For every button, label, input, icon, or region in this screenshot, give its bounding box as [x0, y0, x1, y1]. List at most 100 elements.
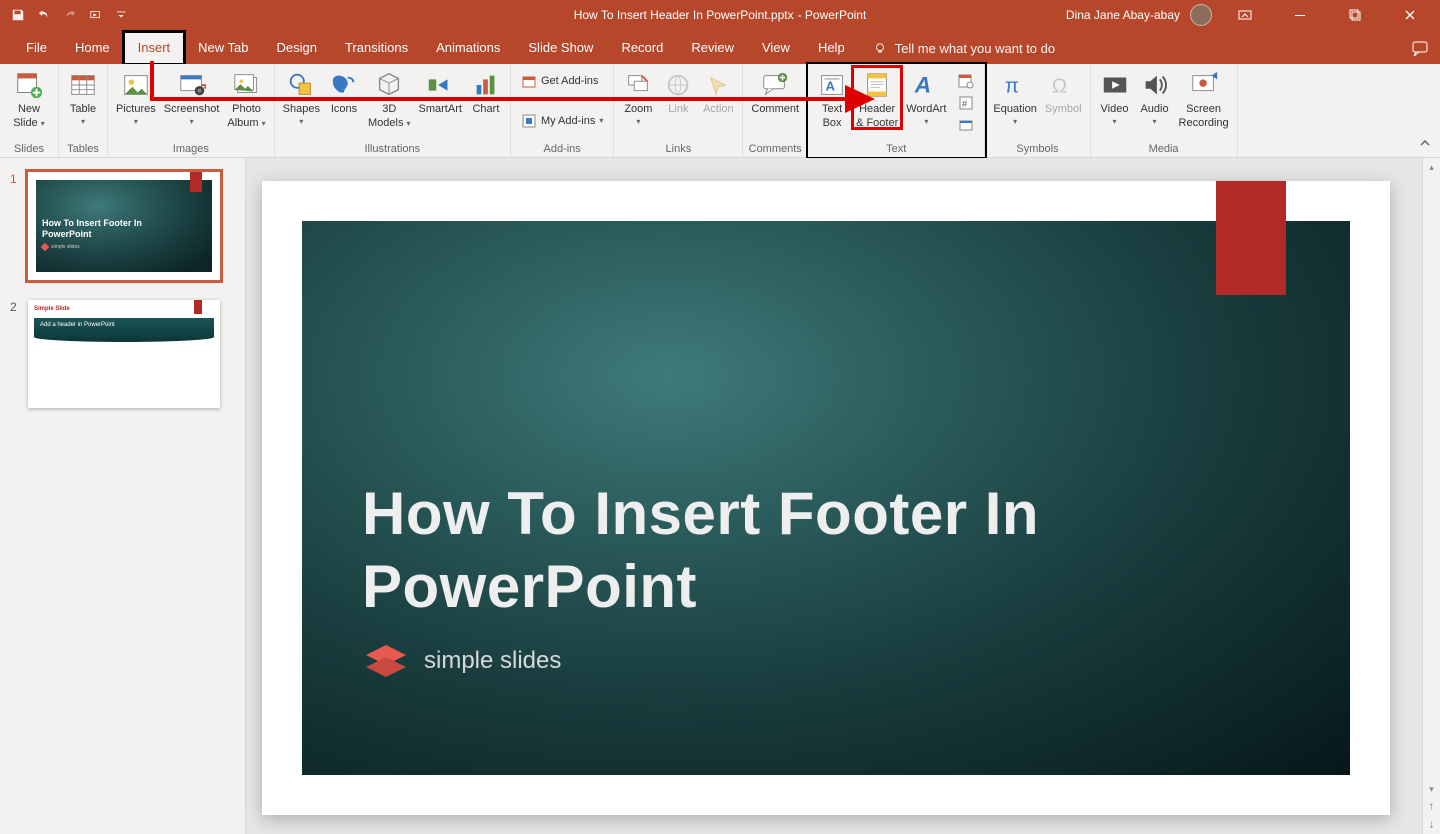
- tab-insert[interactable]: Insert: [124, 32, 185, 64]
- work-area: 1 How To Insert Footer In PowerPoint sim…: [0, 158, 1440, 834]
- video-button[interactable]: Video▾: [1095, 66, 1135, 126]
- chevron-down-icon: ▾: [1153, 117, 1157, 126]
- tell-me-search[interactable]: Tell me what you want to do: [859, 41, 1069, 64]
- document-title: How To Insert Header In PowerPoint.pptx: [574, 8, 794, 22]
- tab-review[interactable]: Review: [677, 32, 748, 64]
- slide-canvas[interactable]: How To Insert Footer In PowerPoint simpl…: [262, 181, 1390, 815]
- screen-recording-icon: [1188, 69, 1220, 101]
- date-time-icon: [958, 73, 974, 89]
- my-addins-button[interactable]: My Add-ins ▾: [515, 110, 609, 132]
- audio-icon: [1139, 69, 1171, 101]
- text-box-button[interactable]: A Text Box: [812, 66, 852, 129]
- group-label-slides: Slides: [14, 141, 44, 157]
- chevron-down-icon: ▾: [190, 117, 194, 126]
- chevron-down-icon: ▾: [407, 119, 411, 128]
- equation-button[interactable]: π Equation▾: [989, 66, 1040, 126]
- chevron-down-icon: ▾: [299, 117, 303, 126]
- thumbnail-entry-1[interactable]: 1 How To Insert Footer In PowerPoint sim…: [10, 172, 235, 280]
- chart-icon: [470, 69, 502, 101]
- tab-help[interactable]: Help: [804, 32, 859, 64]
- scroll-down-button[interactable]: ▾: [1423, 780, 1440, 798]
- chart-button[interactable]: Chart: [466, 66, 506, 116]
- start-from-beginning-button[interactable]: [84, 3, 108, 27]
- scroll-up-button[interactable]: ▴: [1423, 158, 1440, 176]
- minimize-button[interactable]: [1277, 0, 1322, 29]
- get-addins-button[interactable]: Get Add-ins: [515, 70, 604, 92]
- group-label-symbols: Symbols: [1016, 141, 1058, 157]
- app-name: - PowerPoint: [798, 8, 867, 22]
- slide-editor-pane[interactable]: How To Insert Footer In PowerPoint simpl…: [246, 158, 1422, 834]
- undo-button[interactable]: [32, 3, 56, 27]
- title-bar-right: Dina Jane Abay-abay: [1066, 0, 1440, 29]
- header-footer-icon: [861, 69, 893, 101]
- object-button[interactable]: [952, 114, 980, 136]
- slide-title-text[interactable]: How To Insert Footer In PowerPoint: [362, 477, 1039, 623]
- icons-icon: [328, 69, 360, 101]
- symbol-icon: Ω: [1047, 69, 1079, 101]
- thumbnail-entry-2[interactable]: 2 Simple Slide Add a header in PowerPoin…: [10, 300, 235, 408]
- chevron-down-icon: ▾: [636, 117, 640, 126]
- tab-record[interactable]: Record: [607, 32, 677, 64]
- tab-view[interactable]: View: [748, 32, 804, 64]
- slide-number-button[interactable]: #: [952, 92, 980, 114]
- date-time-button[interactable]: [952, 70, 980, 92]
- group-label-illustrations: Illustrations: [364, 141, 420, 157]
- text-box-icon: A: [816, 69, 848, 101]
- group-images: Pictures▾ Screenshot▾ Photo Album ▾ Imag…: [108, 64, 275, 157]
- user-avatar[interactable]: [1190, 4, 1212, 26]
- screen-recording-button[interactable]: Screen Recording: [1175, 66, 1233, 129]
- header-footer-button[interactable]: Header & Footer: [852, 66, 902, 129]
- svg-text:π: π: [1005, 75, 1019, 98]
- screenshot-button[interactable]: Screenshot▾: [160, 66, 224, 126]
- scroll-track[interactable]: [1423, 176, 1440, 780]
- chevron-down-icon: ▾: [1113, 117, 1117, 126]
- tab-home[interactable]: Home: [61, 32, 124, 64]
- tab-design[interactable]: Design: [263, 32, 331, 64]
- tab-newtab[interactable]: New Tab: [184, 32, 262, 64]
- wordart-icon: A: [910, 69, 942, 101]
- maximize-button[interactable]: [1332, 0, 1377, 29]
- comment-button[interactable]: Comment: [747, 66, 803, 116]
- zoom-button[interactable]: Zoom▾: [618, 66, 658, 126]
- vertical-scrollbar[interactable]: ▴ ▾ ⭡ ⭣: [1422, 158, 1440, 834]
- group-tables: Table ▾ Tables: [59, 64, 108, 157]
- wordart-button[interactable]: A WordArt▾: [902, 66, 950, 126]
- ribbon-display-button[interactable]: [1222, 0, 1267, 29]
- slide-thumbnail-1[interactable]: How To Insert Footer In PowerPoint simpl…: [28, 172, 220, 280]
- save-button[interactable]: [6, 3, 30, 27]
- group-symbols: π Equation▾ Ω Symbol Symbols: [985, 64, 1090, 157]
- pictures-button[interactable]: Pictures▾: [112, 66, 160, 126]
- tab-transitions[interactable]: Transitions: [331, 32, 422, 64]
- slide-number: 2: [10, 300, 20, 408]
- comments-pane-icon[interactable]: [1412, 40, 1430, 58]
- redo-button[interactable]: [58, 3, 82, 27]
- chevron-down-icon: ▾: [924, 117, 928, 126]
- smartart-button[interactable]: SmartArt: [415, 66, 466, 116]
- shapes-button[interactable]: Shapes▾: [279, 66, 324, 126]
- group-links: Zoom▾ Link Action Links: [614, 64, 743, 157]
- close-button[interactable]: [1387, 0, 1432, 29]
- icons-button[interactable]: Icons: [324, 66, 364, 116]
- table-button[interactable]: Table ▾: [63, 66, 103, 126]
- photo-album-button[interactable]: Photo Album ▾: [223, 66, 269, 129]
- tab-file[interactable]: File: [12, 32, 61, 64]
- user-name: Dina Jane Abay-abay: [1066, 8, 1180, 22]
- group-text: A Text Box Header & Footer A WordArt▾ # …: [808, 64, 985, 157]
- new-slide-button[interactable]: New Slide ▾: [4, 66, 54, 129]
- equation-icon: π: [999, 69, 1031, 101]
- prev-slide-button[interactable]: ⭡: [1423, 798, 1440, 816]
- slide-logo[interactable]: simple slides: [362, 641, 561, 681]
- collapse-ribbon-button[interactable]: [1416, 135, 1434, 153]
- group-addins: Get Add-ins My Add-ins ▾ Add-ins: [511, 64, 614, 157]
- tab-animations[interactable]: Animations: [422, 32, 514, 64]
- 3d-models-button[interactable]: 3D Models ▾: [364, 66, 415, 129]
- slide-thumbnail-2[interactable]: Simple Slide Add a header in PowerPoint: [28, 300, 220, 408]
- audio-button[interactable]: Audio▾: [1135, 66, 1175, 126]
- next-slide-button[interactable]: ⭣: [1423, 816, 1440, 834]
- group-label-text: Text: [886, 141, 906, 157]
- qat-customize-button[interactable]: [110, 3, 134, 27]
- slide-corner-ribbon: [1216, 181, 1286, 295]
- slide-thumbnails-pane[interactable]: 1 How To Insert Footer In PowerPoint sim…: [0, 158, 246, 834]
- tab-slideshow[interactable]: Slide Show: [514, 32, 607, 64]
- ribbon-tabs: File Home Insert New Tab Design Transiti…: [0, 29, 1440, 64]
